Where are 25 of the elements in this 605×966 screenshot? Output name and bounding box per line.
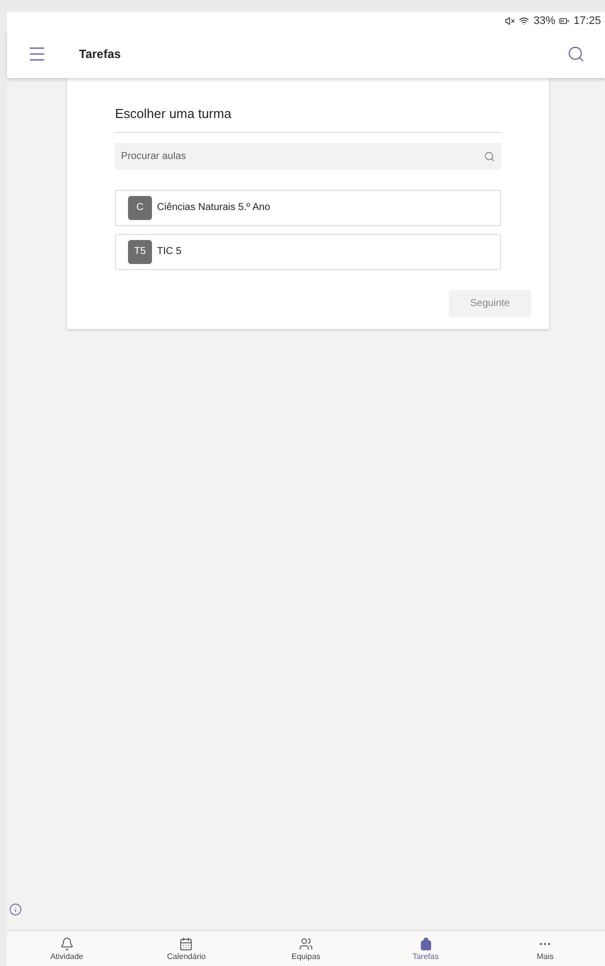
class-avatar: C bbox=[128, 196, 152, 220]
bell-icon bbox=[60, 937, 74, 951]
calendar-icon bbox=[179, 937, 194, 951]
mute-icon bbox=[505, 16, 516, 26]
card-title: Escolher uma turma bbox=[115, 104, 501, 132]
nav-tab[interactable]: Mais bbox=[485, 931, 605, 966]
page-title: Tarefas bbox=[79, 46, 121, 63]
class-name: TIC 5 bbox=[157, 245, 182, 259]
search-icon[interactable] bbox=[567, 45, 585, 63]
people-icon bbox=[298, 937, 313, 951]
battery-level: 33% bbox=[533, 14, 556, 29]
battery-icon bbox=[559, 16, 570, 26]
wifi-icon bbox=[519, 16, 530, 26]
class-avatar: T5 bbox=[128, 240, 152, 264]
info-icon[interactable] bbox=[9, 903, 22, 916]
clock-time: 17:25 bbox=[573, 14, 601, 29]
nav-tab[interactable]: Calendário bbox=[126, 931, 246, 966]
class-name: Ciências Naturais 5.º Ano bbox=[157, 201, 270, 215]
nav-tab[interactable]: Atividade bbox=[7, 931, 127, 966]
class-option[interactable]: C Ciências Naturais 5.º Ano bbox=[115, 190, 501, 226]
search-icon bbox=[484, 150, 495, 162]
class-option[interactable]: T5 TIC 5 bbox=[115, 234, 501, 270]
search-field[interactable]: Procurar aulas bbox=[115, 142, 501, 170]
nav-tab[interactable]: Tarefas bbox=[366, 931, 486, 966]
nav-tab[interactable]: Equipas bbox=[246, 931, 366, 966]
